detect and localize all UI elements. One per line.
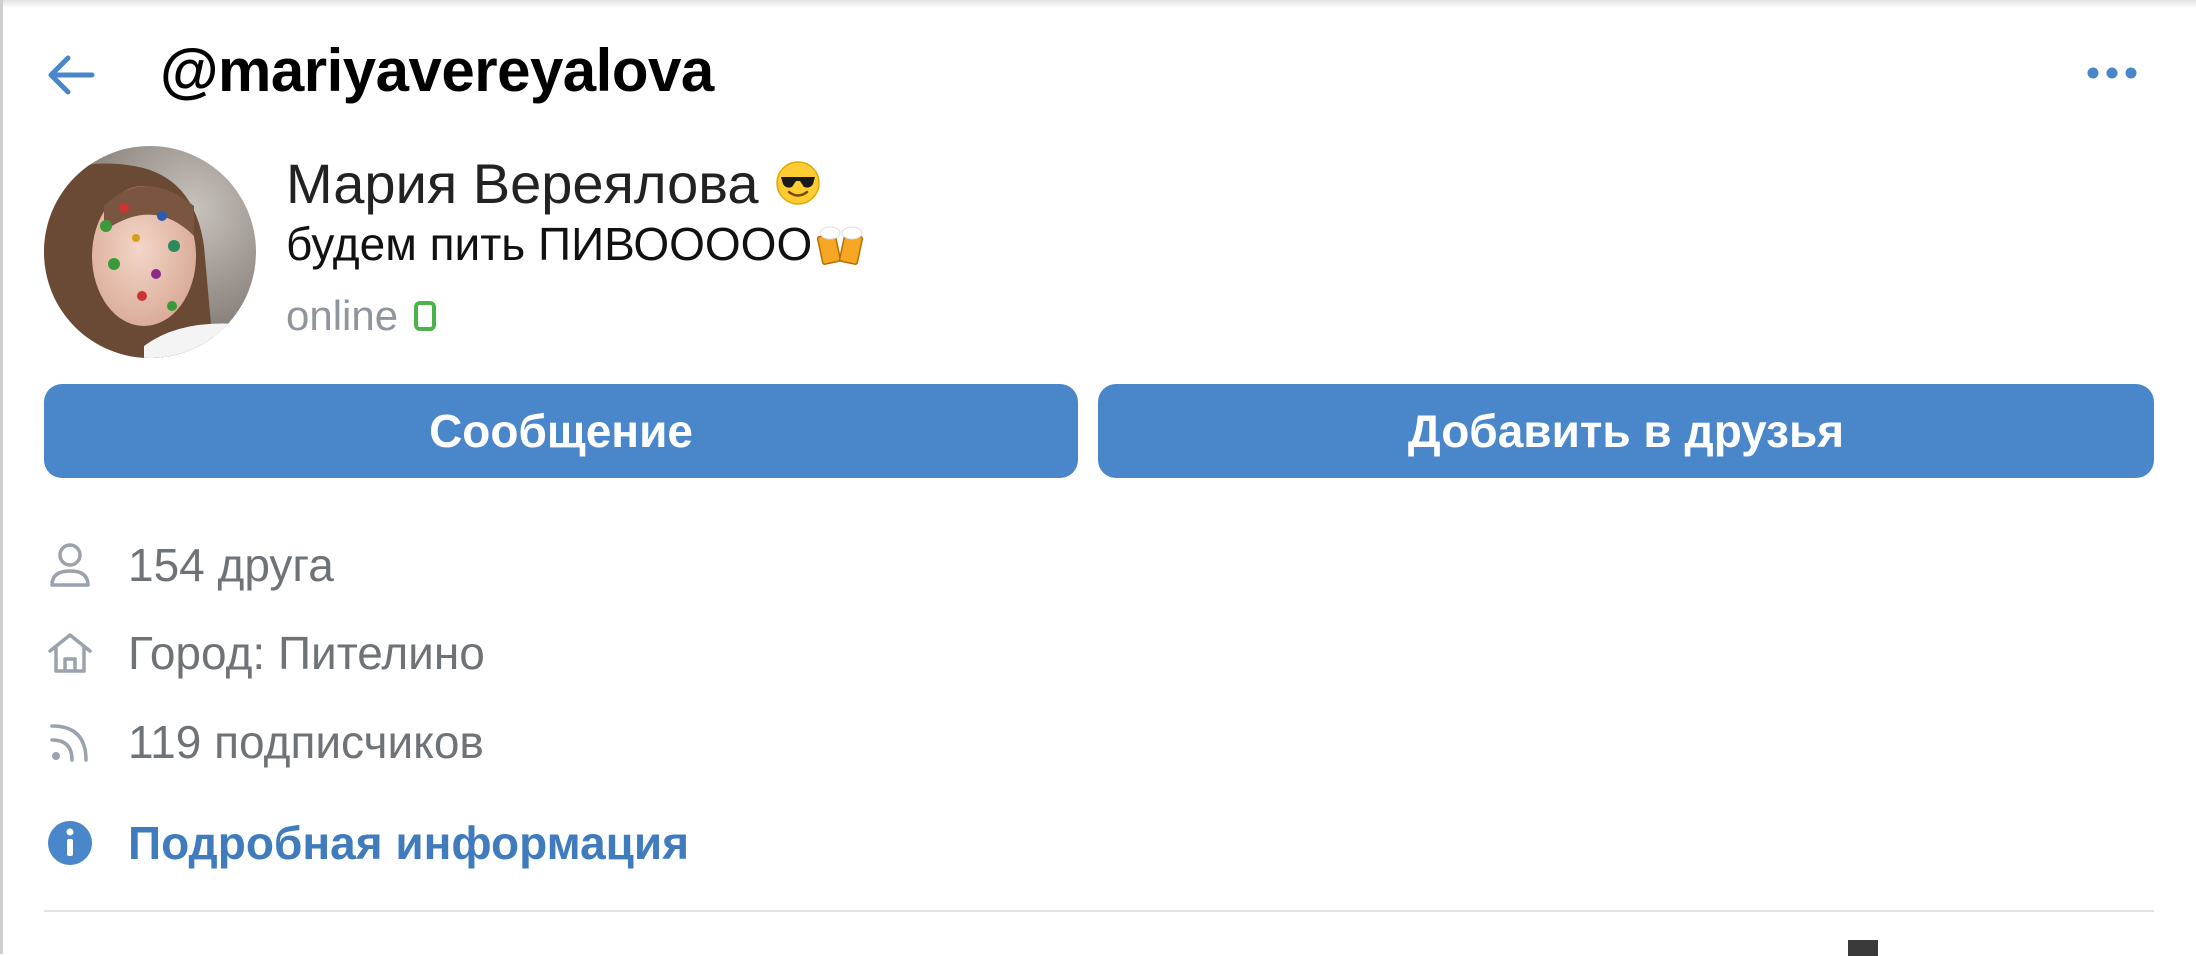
beer-mugs-emoji-icon <box>817 226 864 265</box>
details-row[interactable]: Подробная информация <box>44 808 689 878</box>
back-button[interactable] <box>44 48 98 102</box>
home-icon <box>48 633 92 673</box>
city-text: Город: Пителино <box>128 627 485 679</box>
profile-status: будем пить ПИВОOOOO <box>286 218 813 270</box>
more-horizontal-icon <box>2087 67 2137 79</box>
friends-count-row[interactable]: 154 друга <box>44 530 334 600</box>
info-circle-icon <box>48 821 92 865</box>
details-link[interactable]: Подробная информация <box>128 816 689 870</box>
profile-header: @mariyavereyalova <box>0 0 2196 140</box>
more-button[interactable] <box>2085 58 2139 88</box>
profile-name-row: Мария Вереялова <box>286 148 821 218</box>
add-friend-button[interactable]: Добавить в друзья <box>1098 384 2154 478</box>
section-divider <box>44 910 2154 912</box>
mobile-phone-icon <box>414 301 437 331</box>
city-row: Город: Пителино <box>44 618 485 688</box>
profile-status-row: будем пить ПИВОOOOO <box>286 214 866 274</box>
avatar[interactable] <box>44 146 256 358</box>
avatar-photo <box>44 146 256 358</box>
online-status-text: online <box>286 292 399 339</box>
online-status-row: online <box>286 286 437 346</box>
user-icon <box>50 543 90 587</box>
page-title: @mariyavereyalova <box>160 37 714 104</box>
rss-feed-icon <box>50 724 88 762</box>
profile-name: Мария Вереялова <box>286 151 759 215</box>
sunglasses-emoji-icon <box>775 161 820 205</box>
subscribers-row[interactable]: 119 подписчиков <box>44 707 484 777</box>
message-button[interactable]: Сообщение <box>44 384 1078 478</box>
left-edge <box>0 0 3 954</box>
arrow-left-icon <box>48 55 95 95</box>
friends-count: 154 друга <box>128 539 334 591</box>
subscribers-count: 119 подписчиков <box>128 716 484 768</box>
